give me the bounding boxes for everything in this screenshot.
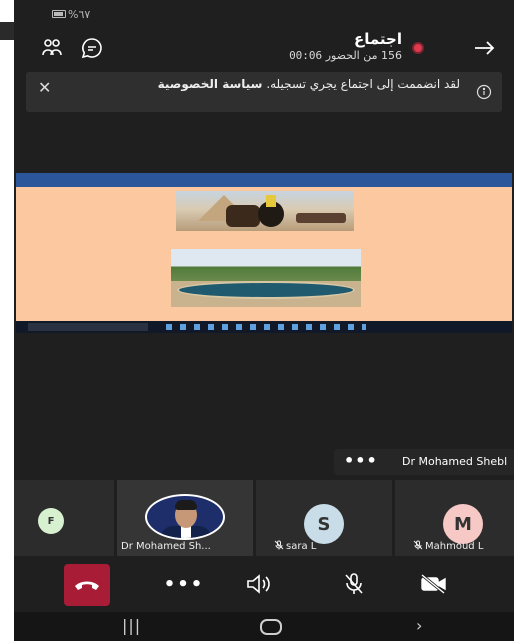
mic-off-icon [274, 540, 284, 550]
participant-tile[interactable]: M Mahmoud L [395, 480, 514, 556]
arrow-right-icon[interactable] [472, 36, 496, 60]
chat-icon[interactable] [80, 36, 104, 60]
mic-off-icon [345, 573, 363, 594]
people-icon[interactable] [40, 36, 64, 60]
ribbon-menu [16, 181, 512, 187]
meeting-subtitle: 156 من الحضور 00:06 [289, 48, 402, 64]
participant-tile[interactable]: F [14, 480, 114, 556]
recording-banner: ✕ لقد انضممت إلى اجتماع يجري تسجيله. سيا… [26, 72, 502, 112]
call-controls: ••• [14, 562, 514, 608]
banner-text: لقد انضممت إلى اجتماع يجري تسجيله. [266, 77, 460, 91]
taskbar-apps [166, 324, 366, 330]
windows-taskbar [16, 321, 512, 333]
shirt [181, 526, 191, 538]
more-options-button[interactable]: ••• [164, 566, 204, 602]
taskbar-search [28, 323, 148, 331]
recording-indicator [412, 42, 424, 54]
meeting-timer: 00:06 [289, 49, 323, 62]
mic-off-icon [413, 540, 423, 550]
hair [175, 500, 197, 510]
shared-screen[interactable] [16, 173, 512, 333]
participant-tile[interactable]: Dr Mohamed Sh... [117, 480, 253, 556]
status-bar: %٦٧ [14, 6, 514, 24]
oasis-photo [171, 249, 361, 307]
android-nav-bar: ||| › [14, 612, 514, 641]
left-tab [0, 22, 14, 40]
speaker-more-button[interactable]: ••• [344, 451, 378, 470]
end-call-button[interactable] [64, 564, 110, 606]
mute-button[interactable] [334, 566, 374, 602]
horse [226, 205, 260, 227]
avatar: S [304, 504, 344, 544]
meeting-title: اجتماع [353, 30, 402, 48]
teams-call-screen: %٦٧ اجتماع 156 من الحضور 00:06 ✕ لقد انض… [14, 0, 514, 641]
video-off-icon [421, 574, 446, 594]
privacy-policy-link[interactable]: سياسة الخصوصية [158, 77, 263, 91]
participant-tile[interactable]: S sara L [256, 480, 392, 556]
participant-name: Mahmoud L [425, 541, 484, 552]
speaker-icon [247, 574, 270, 594]
pyramids-photo [176, 191, 354, 231]
avatar: F [38, 508, 64, 534]
distant-carts [296, 213, 346, 223]
active-speaker-label: ••• Dr Mohamed Shebl [334, 449, 514, 475]
banner-message: لقد انضممت إلى اجتماع يجري تسجيله. سياسة… [100, 76, 460, 92]
battery-icon [52, 10, 66, 18]
back-button[interactable]: › [416, 616, 422, 635]
participant-name: sara L [286, 541, 317, 552]
speaker-button[interactable] [239, 566, 279, 602]
close-icon[interactable]: ✕ [38, 78, 51, 97]
meeting-info: اجتماع 156 من الحضور 00:06 [289, 30, 402, 64]
meeting-header: اجتماع 156 من الحضور 00:06 [26, 28, 502, 68]
avatar [145, 494, 225, 540]
info-icon [476, 84, 492, 100]
attendance-count: 156 من الحضور [325, 49, 402, 62]
speaker-name: Dr Mohamed Shebl [402, 455, 508, 468]
participant-name-row: sara L [274, 540, 316, 552]
rider [266, 195, 276, 207]
participant-name: Dr Mohamed Sh... [121, 541, 211, 552]
left-margin [0, 0, 14, 641]
battery-percent: %٦٧ [68, 8, 91, 21]
avatar: M [443, 504, 483, 544]
pool [177, 281, 355, 299]
participant-strip: F Dr Mohamed Sh... S sara L M Mahmoud L [14, 480, 514, 556]
recent-apps-button[interactable]: ||| [122, 616, 141, 635]
phone-hangup-icon [75, 581, 99, 590]
home-button[interactable] [260, 619, 282, 635]
camera-button[interactable] [414, 566, 454, 602]
word-ribbon [16, 173, 512, 187]
participant-name-row: Mahmoud L [413, 540, 483, 552]
